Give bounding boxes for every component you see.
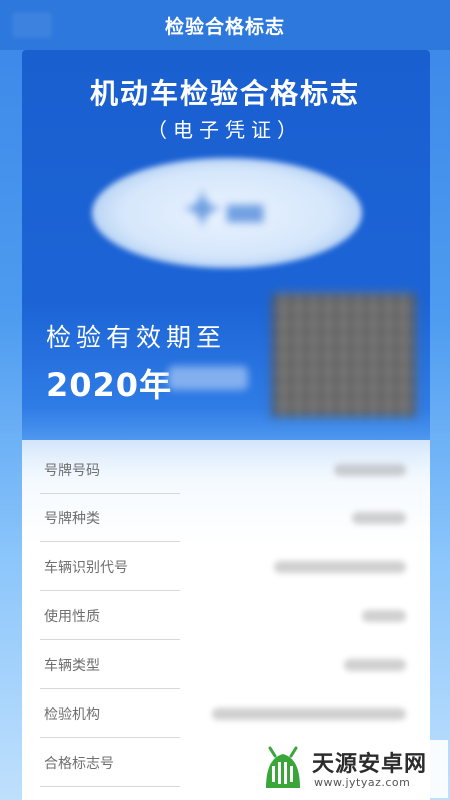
qr-code-redacted (272, 293, 416, 417)
validity-label: 检验有效期至 (46, 323, 227, 352)
divider (40, 639, 180, 640)
row-label: 车辆类型 (44, 658, 100, 674)
page-title: 检验合格标志 (164, 15, 285, 38)
row-value-redacted (352, 512, 406, 524)
validity-month-redacted (168, 366, 248, 390)
row-label: 号牌种类 (44, 511, 100, 527)
row-value-redacted (274, 561, 406, 573)
divider (40, 786, 180, 787)
divider (40, 737, 180, 738)
info-row-vehicle-type: 车辆类型 (22, 641, 430, 689)
row-value-redacted (344, 659, 406, 671)
row-label: 车辆识别代号 (44, 560, 128, 576)
row-label: 使用性质 (44, 609, 100, 625)
info-row-inspection-agency: 检验机构 (22, 690, 430, 738)
divider (40, 688, 180, 689)
certificate-subtitle: （电子凭证） (147, 118, 303, 142)
info-row-usage: 使用性质 (22, 592, 430, 640)
row-label: 合格标志号 (44, 756, 114, 772)
info-row-vin: 车辆识别代号 (22, 543, 430, 591)
divider (40, 590, 180, 591)
top-navigation-bar: 检验合格标志 (0, 0, 450, 50)
info-row-plate-type: 号牌种类 (22, 494, 430, 542)
row-value-redacted (212, 708, 406, 720)
divider (40, 541, 180, 542)
validity-year: 2020年 (46, 366, 173, 404)
watermark-site-name: 天源安卓网 (312, 752, 428, 777)
row-label: 检验机构 (44, 707, 100, 723)
back-button[interactable] (12, 12, 52, 38)
row-label: 号牌号码 (44, 463, 100, 479)
watermark-url: www.jytyaz.com (314, 776, 411, 789)
row-value-redacted (334, 464, 406, 476)
info-row-plate-number: 号牌号码 (22, 446, 430, 494)
site-watermark: 天源安卓网 www.jytyaz.com (248, 740, 448, 798)
android-logo-icon (266, 746, 300, 788)
emblem-mark-icon: ✦▬ (182, 182, 268, 238)
row-value-redacted (362, 610, 406, 622)
certificate-title: 机动车检验合格标志 (89, 77, 360, 110)
